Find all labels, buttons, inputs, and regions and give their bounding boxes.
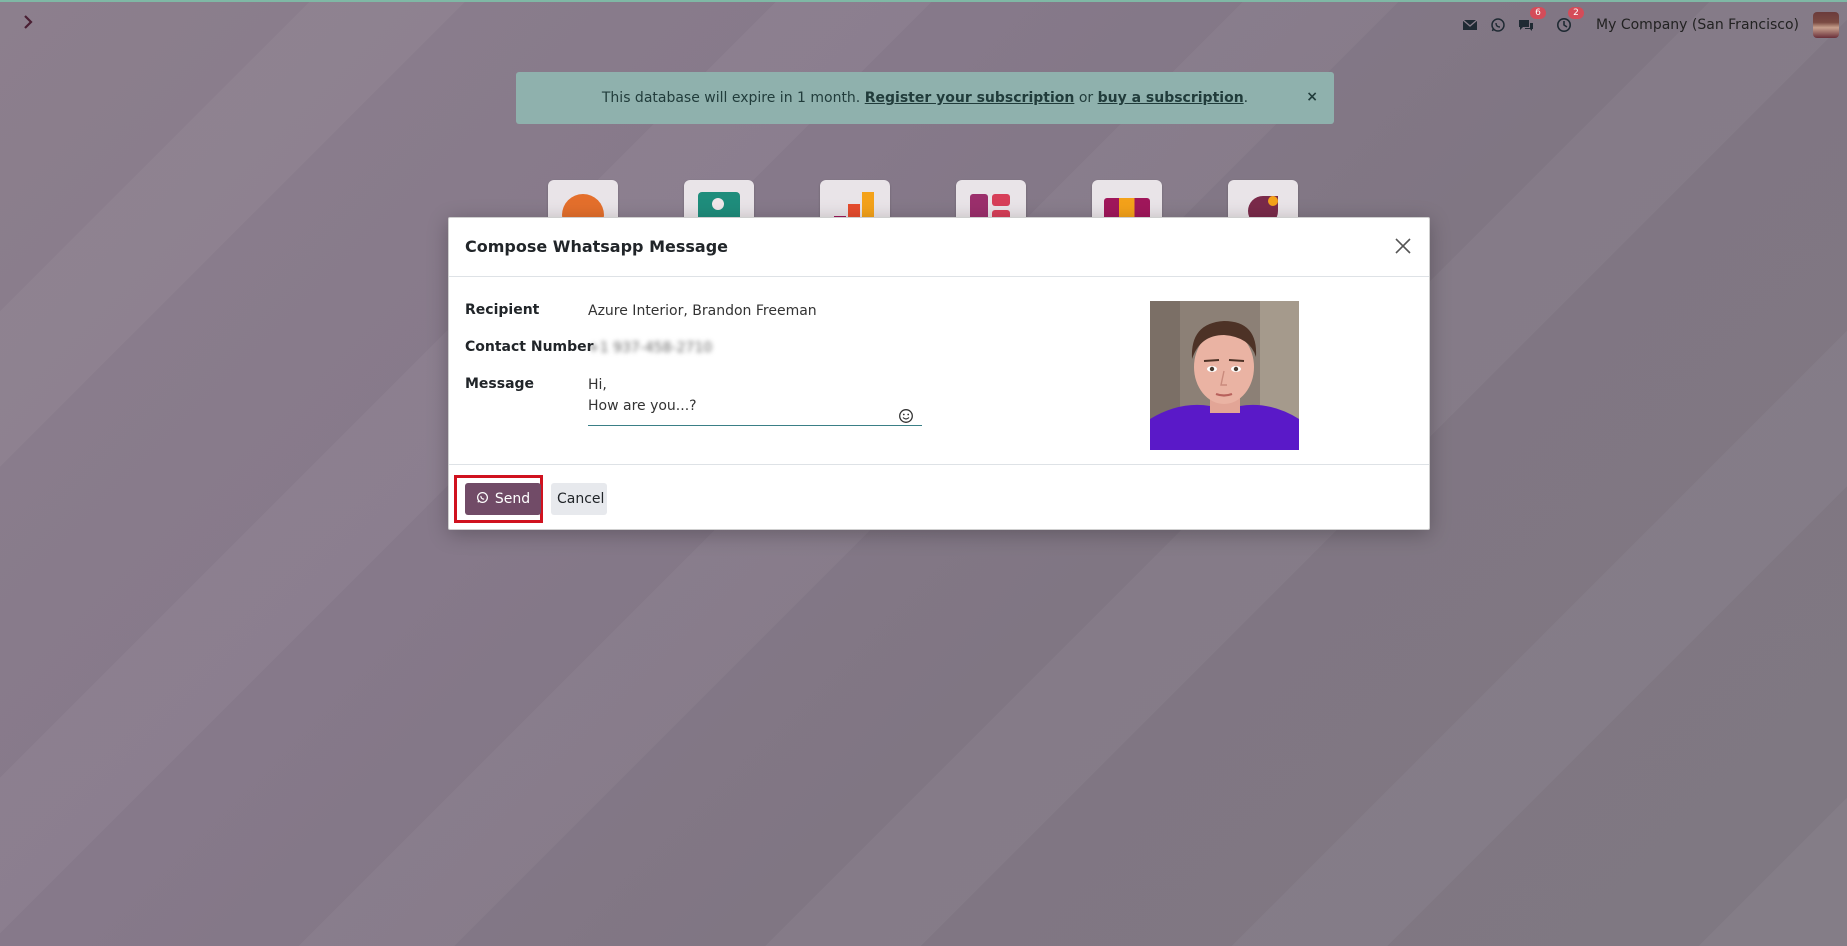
- activity-clock-icon[interactable]: 2: [1552, 7, 1585, 37]
- dialog-header: Compose Whatsapp Message: [449, 218, 1429, 277]
- company-switcher[interactable]: My Company (San Francisco): [1596, 17, 1799, 33]
- banner-text: This database will expire in 1 month.: [601, 90, 861, 106]
- recipient-value: Azure Interior, Brandon Freeman: [588, 303, 817, 319]
- close-icon[interactable]: [1393, 236, 1413, 256]
- compose-whatsapp-dialog: Compose Whatsapp Message Recipient Azure…: [448, 217, 1430, 530]
- dialog-title: Compose Whatsapp Message: [465, 237, 728, 256]
- contact-number-label: Contact Number: [465, 339, 594, 355]
- close-banner-icon[interactable]: ×: [1306, 89, 1318, 105]
- banner-or: or: [1078, 90, 1094, 106]
- send-button[interactable]: Send: [465, 483, 541, 515]
- contact-photo: [1150, 301, 1299, 450]
- whatsapp-icon[interactable]: [1486, 13, 1510, 37]
- buy-subscription-link[interactable]: buy a subscription: [1098, 90, 1244, 106]
- chevron-right-icon[interactable]: [18, 12, 38, 34]
- contact-number-value: +1 937-458-2710: [588, 340, 713, 356]
- dialog-body: Recipient Azure Interior, Brandon Freema…: [449, 277, 1429, 465]
- recipient-label: Recipient: [465, 302, 540, 318]
- cancel-button[interactable]: Cancel: [551, 483, 607, 515]
- whatsapp-icon: [476, 491, 489, 508]
- discuss-icon[interactable]: 6: [1514, 7, 1547, 37]
- user-avatar[interactable]: [1813, 12, 1839, 38]
- envelope-icon[interactable]: [1458, 13, 1482, 37]
- message-label: Message: [465, 376, 535, 392]
- send-label: Send: [494, 491, 531, 507]
- emoji-icon[interactable]: [898, 408, 914, 424]
- dialog-footer: Send Cancel: [449, 465, 1429, 529]
- activity-badge: 2: [1568, 7, 1585, 19]
- register-subscription-link[interactable]: Register your subscription: [865, 90, 1075, 106]
- banner-period: .: [1243, 90, 1249, 106]
- discuss-badge: 6: [1530, 7, 1547, 19]
- message-input[interactable]: [588, 375, 922, 426]
- systray: 6 2 My Company (San Francisco): [1456, 0, 1847, 50]
- expiration-banner: This database will expire in 1 month. Re…: [516, 72, 1334, 124]
